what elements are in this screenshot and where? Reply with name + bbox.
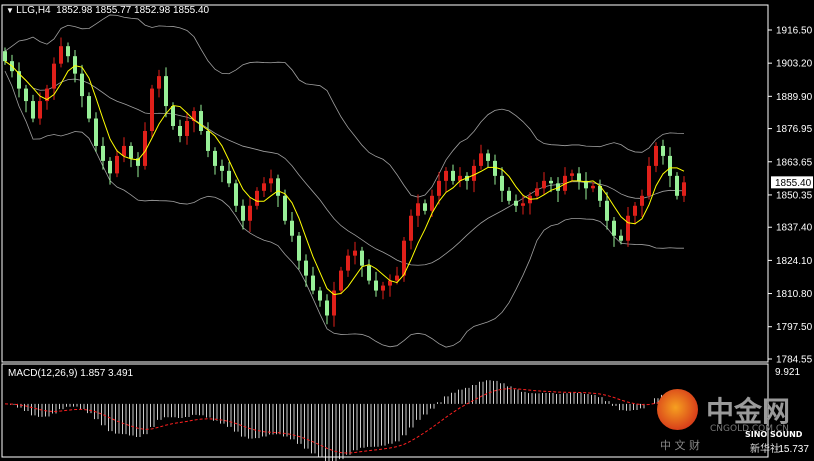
y-tick-label: 1837.40 <box>776 223 813 234</box>
current-price-label: 1855.40 <box>775 178 812 189</box>
macd-tick-label: 9.921 <box>775 367 800 378</box>
candle <box>339 266 343 295</box>
watermark-tagline: 中 文 财 <box>660 439 700 452</box>
macd-label: MACD(12,26,9) 1.857 3.491 <box>8 368 134 379</box>
watermark-partner-cn: 新华社 <box>750 444 780 455</box>
y-tick-label: 1784.55 <box>776 355 813 366</box>
chart-canvas: 1916.50 1903.20 1889.90 1876.95 1863.65 1850.… <box>0 0 814 461</box>
candle <box>87 92 91 123</box>
y-tick-label: 1824.10 <box>776 256 813 267</box>
y-tick-label: 1810.80 <box>776 289 813 300</box>
y-tick-label: 1863.65 <box>776 157 813 168</box>
ohlc-values: 1852.98 1855.77 1852.98 1855.40 <box>56 5 210 16</box>
y-tick-label: 1916.50 <box>776 26 813 37</box>
candle <box>150 84 154 138</box>
macd-tick-label: -15.737 <box>775 444 809 455</box>
symbol-label: LLG,H4 <box>16 5 51 16</box>
y-tick-label: 1850.35 <box>776 190 813 201</box>
cngold-logo-icon <box>657 389 698 430</box>
y-tick-label: 1876.95 <box>776 124 813 135</box>
y-tick-label: 1797.50 <box>776 322 813 333</box>
y-tick-label: 1903.20 <box>776 59 813 70</box>
candle <box>675 172 679 200</box>
dropdown-triangle-icon[interactable]: ▼ <box>6 6 16 15</box>
y-tick-label: 1889.90 <box>776 92 813 103</box>
chart-header: ▼ LLG,H4 1852.98 1855.77 1852.98 1855.40 <box>6 5 209 16</box>
watermark-partner: SINO SOUND <box>745 430 803 439</box>
